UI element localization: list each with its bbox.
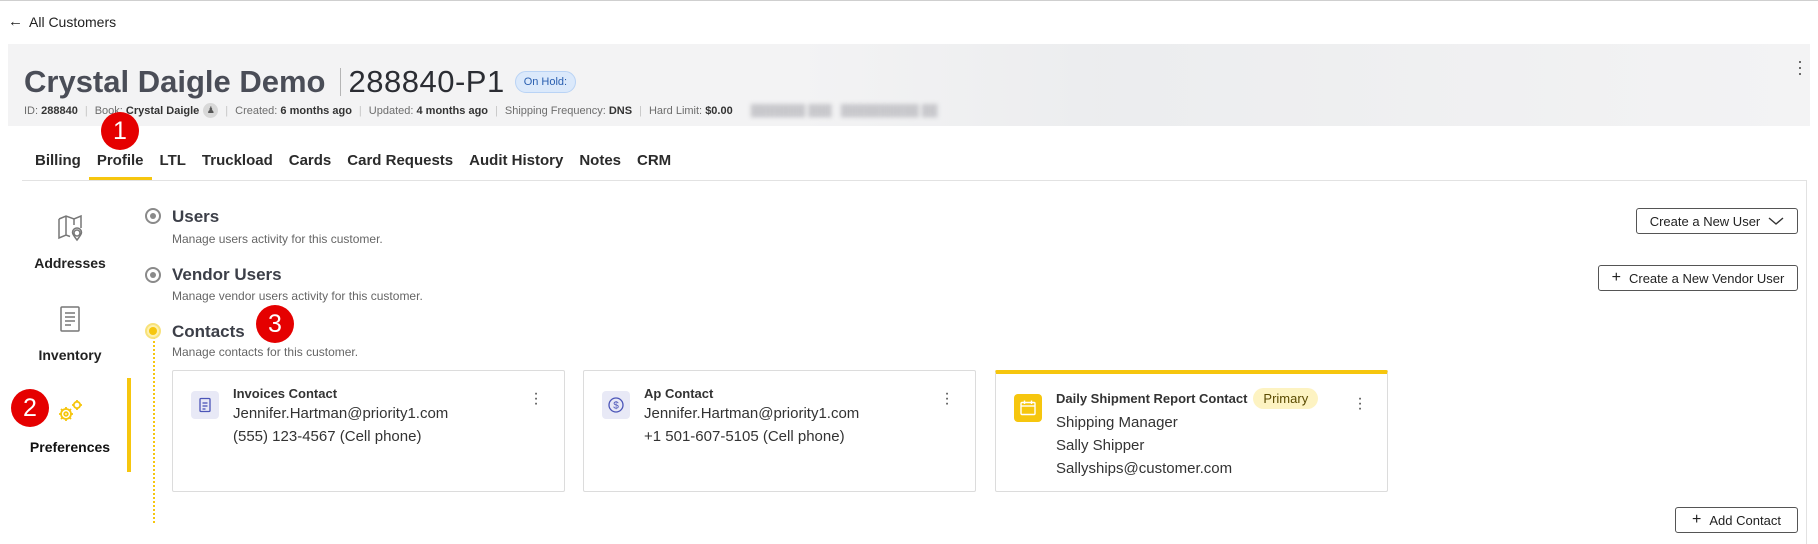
vendor-users-section-title: Vendor Users bbox=[172, 265, 282, 284]
customer-meta-row: ID: 288840 | Book: Crystal Daigle ♟ | Cr… bbox=[24, 103, 938, 118]
step-marker-3: 3 bbox=[256, 305, 294, 343]
tab-notes[interactable]: Notes bbox=[571, 152, 629, 180]
tab-truckload[interactable]: Truckload bbox=[194, 152, 281, 180]
contact-email: Sallyships@customer.com bbox=[1056, 460, 1233, 477]
create-new-user-label: Create a New User bbox=[1649, 213, 1761, 229]
create-new-vendor-user-button[interactable]: + Create a New Vendor User bbox=[1598, 265, 1798, 291]
meta-id-label: ID: bbox=[24, 104, 39, 117]
account-number: 288840-P1 bbox=[348, 64, 505, 99]
customer-title-row: Crystal Daigle Demo 288840-P1 On Hold: bbox=[24, 64, 577, 100]
meta-updated-label: Updated: bbox=[368, 104, 414, 117]
tab-profile[interactable]: Profile bbox=[88, 152, 152, 180]
top-divider bbox=[0, 0, 1818, 1]
side-nav-inventory[interactable]: Inventory bbox=[8, 304, 132, 365]
customer-name: Crystal Daigle Demo bbox=[24, 64, 326, 99]
tab-audit-history[interactable]: Audit History bbox=[461, 152, 571, 180]
primary-badge: Primary bbox=[1253, 388, 1319, 409]
contacts-section-title: Contacts bbox=[172, 322, 245, 341]
side-nav-addresses[interactable]: Addresses bbox=[8, 212, 132, 273]
meta-hard-limit-label: Hard Limit: bbox=[648, 104, 703, 117]
users-section-title: Users bbox=[172, 207, 220, 226]
tab-cards[interactable]: Cards bbox=[281, 152, 340, 180]
tab-crm[interactable]: CRM bbox=[629, 152, 679, 180]
contact-email: Jennifer.Hartman@priority1.com bbox=[233, 405, 449, 422]
side-nav-addresses-label: Addresses bbox=[34, 255, 106, 271]
contact-card: Invoices Contact Jennifer.Hartman@priori… bbox=[172, 370, 565, 492]
dollar-icon: $ bbox=[602, 391, 630, 419]
chevron-down-icon bbox=[1768, 214, 1784, 229]
map-pin-icon bbox=[8, 212, 132, 247]
contact-phone: (555) 123-4567 (Cell phone) bbox=[233, 428, 422, 445]
meta-created-label: Created: bbox=[235, 104, 278, 117]
more-options-icon[interactable]: · · · bbox=[1794, 52, 1806, 82]
status-badge: On Hold: bbox=[514, 71, 577, 93]
plus-icon: + bbox=[1692, 511, 1702, 528]
contact-card-title-text: Daily Shipment Report Contact bbox=[1056, 391, 1248, 406]
meta-shipping-label: Shipping Frequency: bbox=[504, 104, 606, 117]
meta-book-value: Crystal Daigle bbox=[125, 104, 200, 117]
side-nav-active-indicator bbox=[127, 378, 131, 472]
blurred-region bbox=[798, 44, 1798, 126]
side-nav-preferences-label: Preferences bbox=[29, 439, 111, 455]
receipt-icon bbox=[8, 304, 132, 339]
contact-options-icon[interactable]: · · · bbox=[942, 386, 952, 412]
tab-ltl[interactable]: LTL bbox=[152, 152, 194, 180]
create-new-vendor-user-label: Create a New Vendor User bbox=[1628, 270, 1785, 286]
tabs-divider bbox=[22, 180, 1806, 181]
step-marker-2: 2 bbox=[11, 389, 49, 427]
contacts-section-indicator bbox=[145, 323, 161, 339]
step-marker-1: 1 bbox=[101, 112, 139, 150]
contact-role: Shipping Manager bbox=[1056, 414, 1178, 431]
person-icon[interactable]: ♟ bbox=[203, 103, 219, 118]
meta-updated-value: 4 months ago bbox=[416, 104, 489, 117]
contacts-section-subtitle: Manage contacts for this customer. bbox=[172, 345, 359, 359]
document-icon bbox=[191, 391, 219, 419]
meta-hard-limit-value: $0.00 bbox=[705, 104, 733, 117]
add-contact-label: Add Contact bbox=[1709, 512, 1781, 528]
back-to-all-customers-link[interactable]: ← All Customers bbox=[8, 13, 116, 30]
contact-email: Jennifer.Hartman@priority1.com bbox=[644, 405, 860, 422]
vendor-users-section-indicator bbox=[145, 267, 161, 283]
panel-right-border bbox=[1806, 180, 1807, 544]
contact-card-primary: Daily Shipment Report Contact Primary Shi… bbox=[995, 370, 1388, 492]
add-contact-button[interactable]: + Add Contact bbox=[1675, 507, 1798, 533]
contact-card-title: Ap Contact bbox=[644, 386, 714, 401]
side-nav-inventory-label: Inventory bbox=[38, 347, 102, 363]
vendor-users-section-subtitle: Manage vendor users activity for this cu… bbox=[172, 289, 423, 303]
plus-icon: + bbox=[1611, 269, 1621, 286]
arrow-left-icon: ← bbox=[8, 13, 23, 30]
create-new-user-button[interactable]: Create a New User bbox=[1636, 208, 1798, 234]
users-section-subtitle: Manage users activity for this customer. bbox=[172, 232, 383, 246]
title-divider bbox=[339, 68, 341, 96]
contact-card-title: Daily Shipment Report Contact Primary bbox=[1056, 388, 1319, 409]
contact-phone: +1 501-607-5105 (Cell phone) bbox=[644, 428, 845, 445]
meta-shipping-value: DNS bbox=[608, 104, 633, 117]
timeline-connector bbox=[153, 333, 155, 523]
customer-header: Crystal Daigle Demo 288840-P1 On Hold: I… bbox=[8, 44, 1810, 126]
users-section-indicator bbox=[145, 208, 161, 224]
contact-options-icon[interactable]: · · · bbox=[1355, 391, 1365, 417]
tab-card-requests[interactable]: Card Requests bbox=[339, 152, 461, 180]
svg-text:$: $ bbox=[613, 401, 619, 412]
contact-name: Sally Shipper bbox=[1056, 437, 1145, 454]
tab-billing[interactable]: Billing bbox=[35, 152, 89, 180]
contact-card: $ Ap Contact Jennifer.Hartman@priority1.… bbox=[583, 370, 976, 492]
customer-tabs: Billing Profile LTL Truckload Cards Card… bbox=[35, 152, 679, 180]
meta-id-value: 288840 bbox=[41, 104, 78, 117]
back-link-label: All Customers bbox=[29, 13, 117, 30]
blurred-meta: ███████ ███ ██████████ ██ bbox=[750, 104, 938, 117]
contact-card-title: Invoices Contact bbox=[233, 386, 338, 401]
calendar-icon bbox=[1014, 394, 1042, 422]
meta-created-value: 6 months ago bbox=[280, 104, 352, 117]
contact-options-icon[interactable]: · · · bbox=[531, 386, 541, 412]
